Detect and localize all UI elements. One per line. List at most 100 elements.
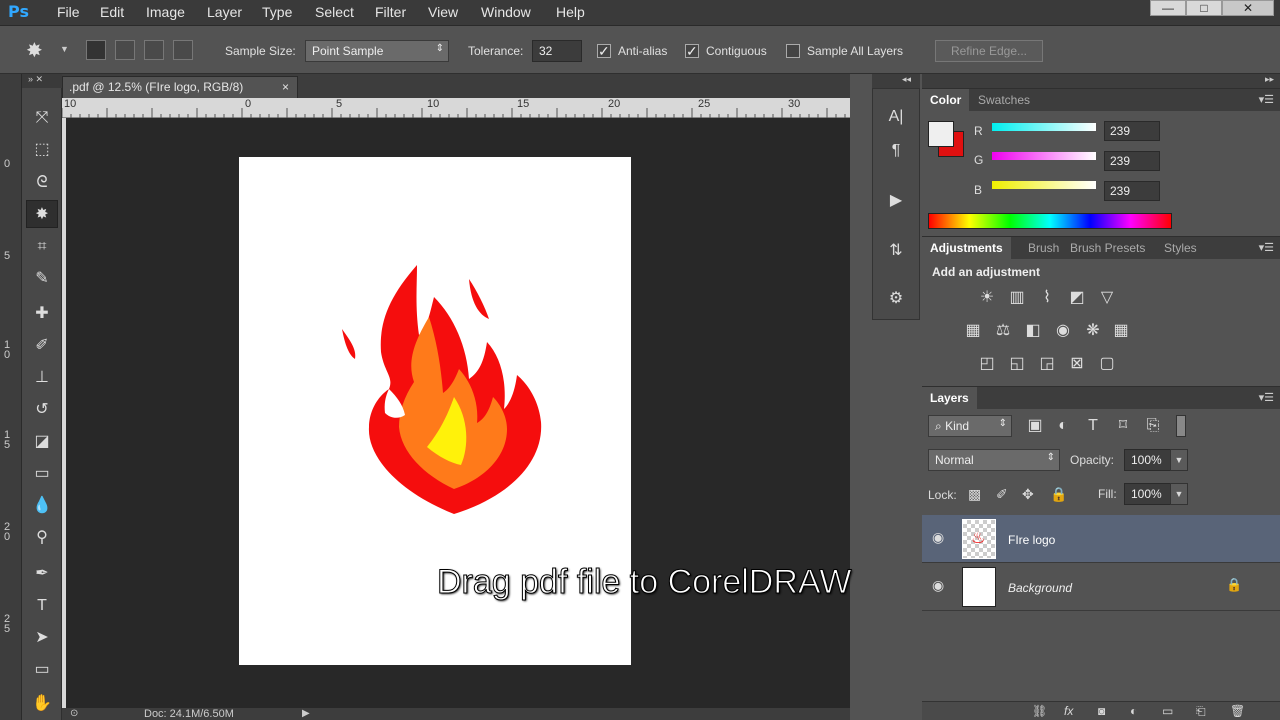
- lock-all-icon[interactable]: 🔒: [1050, 486, 1067, 503]
- new-adjustment-layer-icon[interactable]: ◐: [1130, 704, 1137, 718]
- close-tab-icon[interactable]: ×: [282, 80, 289, 94]
- gradient-tool-icon[interactable]: ▭: [26, 460, 58, 488]
- chevron-down-icon[interactable]: ▼: [60, 44, 69, 54]
- panel-menu-icon[interactable]: ▾☰: [1259, 93, 1274, 106]
- maximize-button[interactable]: □: [1186, 0, 1222, 16]
- visibility-eye-icon[interactable]: ◉: [932, 529, 944, 546]
- expand-panels-icon[interactable]: ▸▸: [1265, 74, 1274, 85]
- opacity-dropdown-icon[interactable]: ▼: [1170, 449, 1188, 471]
- sample-all-layers-checkbox[interactable]: [786, 44, 800, 58]
- healing-brush-tool-icon[interactable]: ✚: [26, 300, 58, 328]
- history-brush-tool-icon[interactable]: ↺: [26, 396, 58, 424]
- status-menu-arrow-icon[interactable]: ▶: [302, 708, 310, 719]
- black-white-icon[interactable]: ◧: [1022, 320, 1044, 342]
- character-panel-icon[interactable]: A|: [873, 101, 919, 133]
- menu-file[interactable]: File: [57, 4, 80, 20]
- dodge-tool-icon[interactable]: ⚲: [26, 524, 58, 552]
- blur-tool-icon[interactable]: 💧: [26, 492, 58, 520]
- document-tab[interactable]: .pdf @ 12.5% (FIre logo, RGB/8) ×: [62, 76, 298, 98]
- menu-filter[interactable]: Filter: [375, 4, 406, 20]
- new-layer-icon[interactable]: ⎗: [1196, 704, 1206, 719]
- menu-view[interactable]: View: [428, 4, 458, 20]
- curves-icon[interactable]: ⌇: [1036, 287, 1058, 309]
- intersect-selection-mode-button[interactable]: [173, 40, 193, 60]
- color-balance-icon[interactable]: ⚖: [992, 320, 1014, 342]
- delete-layer-icon[interactable]: 🗑: [1230, 704, 1245, 718]
- blue-slider[interactable]: [992, 181, 1096, 189]
- type-tool-icon[interactable]: T: [26, 592, 58, 620]
- filter-toggle-switch[interactable]: [1176, 415, 1186, 437]
- link-layers-icon[interactable]: ⛓: [1032, 704, 1047, 718]
- color-lookup-icon[interactable]: ▦: [1110, 320, 1132, 342]
- layer-style-fx-icon[interactable]: fx: [1064, 704, 1073, 718]
- panel-menu-icon[interactable]: ▾☰: [1259, 391, 1274, 404]
- path-selection-tool-icon[interactable]: ➤: [26, 624, 58, 652]
- panel-menu-icon[interactable]: ▾☰: [1259, 241, 1274, 254]
- eraser-tool-icon[interactable]: ◪: [26, 428, 58, 456]
- red-slider[interactable]: [992, 123, 1096, 131]
- refine-edge-button[interactable]: Refine Edge...: [935, 40, 1043, 62]
- magic-wand-preset-icon[interactable]: ✸: [26, 38, 43, 63]
- photo-filter-icon[interactable]: ◉: [1052, 320, 1074, 342]
- channel-mixer-icon[interactable]: ❋: [1082, 320, 1104, 342]
- foreground-color-swatch[interactable]: [928, 121, 954, 147]
- paragraph-panel-icon[interactable]: ¶: [873, 135, 919, 167]
- crop-tool-icon[interactable]: ⌗: [26, 233, 58, 261]
- invert-icon[interactable]: ◰: [976, 353, 998, 375]
- lock-image-pixels-icon[interactable]: ✐: [996, 486, 1008, 503]
- tab-swatches[interactable]: Swatches: [970, 89, 1038, 111]
- tab-adjustments[interactable]: Adjustments: [922, 237, 1011, 259]
- tab-styles[interactable]: Styles: [1156, 237, 1205, 259]
- opacity-input[interactable]: 100%: [1124, 449, 1172, 471]
- menu-image[interactable]: Image: [146, 4, 185, 20]
- posterize-icon[interactable]: ◱: [1006, 353, 1028, 375]
- fill-input[interactable]: 100%: [1124, 483, 1172, 505]
- hand-tool-icon[interactable]: ✋: [26, 690, 58, 718]
- hue-saturation-icon[interactable]: ▦: [962, 320, 984, 342]
- collapse-dock-icon[interactable]: ◂◂: [902, 74, 911, 85]
- status-info-icon[interactable]: ⊙: [70, 708, 78, 719]
- clone-stamp-tool-icon[interactable]: ⊥: [26, 364, 58, 392]
- lasso-tool-icon[interactable]: ᘓ: [26, 169, 58, 197]
- history-panel-icon[interactable]: ⇅: [873, 235, 919, 267]
- tolerance-input[interactable]: 32: [532, 40, 582, 62]
- menu-edit[interactable]: Edit: [100, 4, 124, 20]
- menu-window[interactable]: Window: [481, 4, 531, 20]
- filter-type-layers-icon[interactable]: T: [1082, 415, 1104, 437]
- anti-alias-checkbox[interactable]: ✓: [597, 44, 611, 58]
- tab-layers[interactable]: Layers: [922, 387, 977, 409]
- menu-layer[interactable]: Layer: [207, 4, 242, 20]
- blue-value-input[interactable]: 239: [1104, 181, 1160, 201]
- threshold-icon[interactable]: ◲: [1036, 353, 1058, 375]
- tab-brush[interactable]: Brush: [1020, 237, 1067, 259]
- color-spectrum-ramp[interactable]: [928, 213, 1172, 229]
- filter-pixel-layers-icon[interactable]: ▣: [1024, 415, 1046, 437]
- rectangle-tool-icon[interactable]: ▭: [26, 656, 58, 684]
- add-mask-icon[interactable]: ◙: [1098, 704, 1105, 718]
- layer-filter-kind-select[interactable]: ⌕ Kind ⇕: [928, 415, 1012, 437]
- green-value-input[interactable]: 239: [1104, 151, 1160, 171]
- selective-color-icon[interactable]: ⊠: [1066, 353, 1088, 375]
- subtract-selection-mode-button[interactable]: [144, 40, 164, 60]
- menu-type[interactable]: Type: [262, 4, 292, 20]
- vibrance-icon[interactable]: ▽: [1096, 287, 1118, 309]
- brightness-contrast-icon[interactable]: ☀: [976, 287, 998, 309]
- new-group-icon[interactable]: ▭: [1162, 704, 1173, 718]
- gradient-map-icon[interactable]: ▢: [1096, 353, 1118, 375]
- lock-transparent-pixels-icon[interactable]: ▩: [968, 486, 981, 503]
- green-slider[interactable]: [992, 152, 1096, 160]
- levels-icon[interactable]: ▥: [1006, 287, 1028, 309]
- brush-tool-icon[interactable]: ✐: [26, 332, 58, 360]
- actions-panel-icon[interactable]: ▶: [873, 185, 919, 217]
- add-selection-mode-button[interactable]: [115, 40, 135, 60]
- tab-brush-presets[interactable]: Brush Presets: [1062, 237, 1153, 259]
- properties-panel-icon[interactable]: ⚙: [873, 283, 919, 315]
- eyedropper-tool-icon[interactable]: ✎: [26, 265, 58, 293]
- filter-shape-layers-icon[interactable]: ⌑: [1112, 415, 1134, 437]
- exposure-icon[interactable]: ◩: [1066, 287, 1088, 309]
- menu-select[interactable]: Select: [315, 4, 354, 20]
- layer-name[interactable]: FIre logo: [1008, 533, 1055, 547]
- pen-tool-icon[interactable]: ✒: [26, 560, 58, 588]
- contiguous-checkbox[interactable]: ✓: [685, 44, 699, 58]
- collapse-tools-icon[interactable]: » ✕: [22, 74, 62, 88]
